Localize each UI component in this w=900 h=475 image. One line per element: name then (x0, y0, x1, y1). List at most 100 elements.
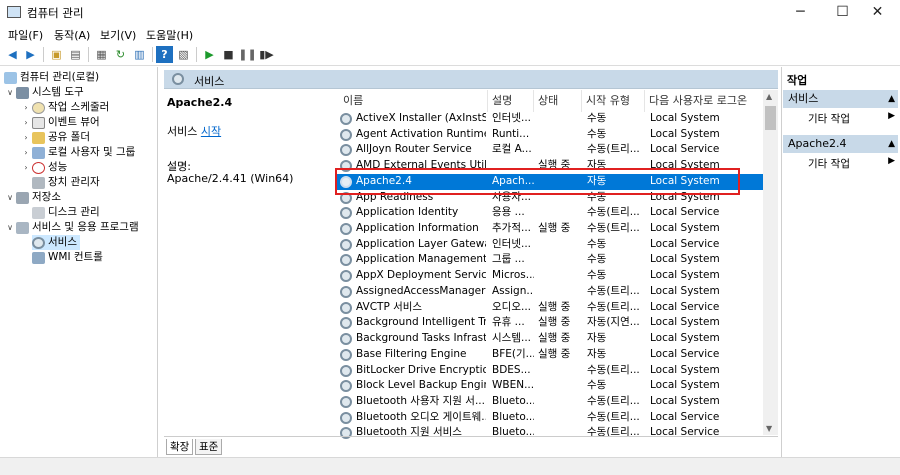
collapse-icon[interactable]: ▲ (888, 135, 895, 153)
chevron-down-icon[interactable]: ∨ (4, 85, 16, 100)
gear-icon (340, 238, 352, 251)
console-tree-icon[interactable]: ▤ (67, 46, 84, 63)
menu-action[interactable]: 동작(A) (54, 27, 90, 43)
gear-icon (172, 73, 184, 85)
scrollbar-thumb[interactable] (765, 106, 776, 130)
tree-item-wmi[interactable]: WMI 컨트롤 (0, 250, 157, 265)
more-actions-services[interactable]: 기타 작업 ▶ (808, 111, 898, 126)
properties-icon[interactable]: ▦ (93, 46, 110, 63)
tree-item-local-users[interactable]: › 로컬 사용자 및 그룹 (0, 145, 157, 160)
scroll-up-icon[interactable]: ▲ (766, 92, 772, 101)
stop-icon[interactable]: ■ (220, 46, 237, 63)
table-row[interactable]: Bluetooth 사용자 지원 서... Blueto... 수동(트리... Lo… (335, 394, 763, 410)
more-actions-label: 기타 작업 (808, 113, 850, 125)
column-header-description[interactable]: 설명 (488, 90, 534, 112)
tree-item-services[interactable]: 서비스 (0, 235, 157, 250)
restart-icon[interactable]: ▮▶ (258, 46, 275, 63)
vertical-scrollbar[interactable] (763, 90, 778, 435)
export-list-icon[interactable]: ▥ (131, 46, 148, 63)
pause-icon[interactable]: ❚❚ (238, 46, 256, 63)
table-row[interactable]: AVCTP 서비스 오디오... 실행 중 수동(트리... Local Service (335, 300, 763, 316)
play-icon[interactable]: ▶ (201, 46, 218, 63)
menu-help[interactable]: 도움말(H) (146, 27, 193, 43)
minimize-button[interactable]: ─ (778, 0, 823, 25)
gear-icon (340, 411, 352, 424)
service-status: 실행 중 (538, 300, 571, 313)
services-apps-icon (16, 221, 29, 234)
table-row[interactable]: Agent Activation Runtime_... Runti... 수동 Lo… (335, 127, 763, 143)
table-row[interactable]: Base Filtering Engine BFE(기... 실행 중 자동 Local… (335, 347, 763, 363)
table-row[interactable]: Application Management 그룹 ... 수동 Local Syst… (335, 252, 763, 268)
table-row[interactable]: Application Information 추가적... 실행 중 수동(트리..… (335, 221, 763, 237)
actions-title: 작업 (787, 74, 808, 87)
refresh-icon[interactable]: ↻ (112, 46, 129, 63)
chevron-right-icon[interactable]: › (20, 145, 32, 160)
table-row[interactable]: AssignedAccessManager 서... Assign... 수동(트리… (335, 284, 763, 300)
service-status (538, 284, 582, 300)
table-row[interactable]: Block Level Backup Engine ... WBEN... 수동 Lo… (335, 378, 763, 394)
status-bar (0, 457, 900, 475)
help-icon[interactable]: ? (156, 46, 173, 63)
chevron-right-icon[interactable]: › (20, 100, 32, 115)
service-startup-type: 자동 (587, 347, 607, 360)
more-actions-apache[interactable]: 기타 작업 ▶ (808, 156, 898, 171)
forward-icon[interactable]: ▶ (22, 46, 39, 63)
chevron-right-icon[interactable]: › (20, 160, 32, 175)
tab-extended[interactable]: 확장 (166, 439, 194, 455)
scroll-down-icon[interactable]: ▼ (766, 424, 772, 433)
service-name: Base Filtering Engine (356, 347, 467, 360)
tree-item-task-scheduler[interactable]: › 작업 스케줄러 (0, 100, 157, 115)
chevron-right-icon[interactable]: › (20, 130, 32, 145)
table-row[interactable]: Background Intelligent Tra... 유휴 ... 실행 중 자… (335, 315, 763, 331)
table-row[interactable]: Application Identity 응용 ... 수동(트리... Local … (335, 205, 763, 221)
close-button[interactable]: ✕ (855, 0, 900, 25)
service-name: Background Tasks Infrastru... (356, 332, 486, 345)
tree-item-shared-folders[interactable]: › 공유 폴더 (0, 130, 157, 145)
actions-group-services[interactable]: 서비스 ▲ (783, 90, 898, 108)
tree-item-system-tools[interactable]: ∨ 시스템 도구 (0, 85, 157, 100)
tree-item-event-viewer[interactable]: › 이벤트 뷰어 (0, 115, 157, 130)
service-description: 인터넷... (492, 237, 531, 250)
actions-group-apache[interactable]: Apache2.4 ▲ (783, 135, 898, 153)
service-status (538, 394, 582, 410)
up-folder-icon[interactable]: ▣ (48, 46, 65, 63)
menu-view[interactable]: 보기(V) (100, 27, 136, 43)
column-header-status[interactable]: 상태 (534, 90, 582, 112)
table-row[interactable]: Background Tasks Infrastru... 시스템... 실행 중 자… (335, 331, 763, 347)
gear-icon (340, 364, 352, 377)
chevron-down-icon[interactable]: ∨ (4, 220, 16, 235)
clock-icon (32, 101, 45, 114)
column-header-startup-type[interactable]: 시작 유형 (582, 90, 645, 112)
table-row[interactable]: AppX Deployment Service ... Micros... 수동 Lo… (335, 268, 763, 284)
menu-file[interactable]: 파일(F) (8, 27, 43, 43)
column-header-logon[interactable]: 다음 사용자로 로그온 (645, 90, 763, 112)
view-tabs (164, 436, 778, 456)
chevron-right-icon[interactable]: › (20, 115, 32, 130)
column-header-name[interactable]: 이름 (339, 90, 488, 112)
tree-item-disk-management[interactable]: 디스크 관리 (0, 205, 157, 220)
table-row[interactable]: Application Layer Gateway ... 인터넷... 수동 Loc… (335, 237, 763, 253)
services-header-title: 서비스 (194, 75, 225, 88)
table-row[interactable]: AllJoyn Router Service 로컬 A... 수동(트리... Loc… (335, 142, 763, 158)
collapse-icon[interactable]: ▲ (888, 90, 895, 108)
chevron-down-icon[interactable]: ∨ (4, 190, 16, 205)
service-description: BDES... (492, 363, 531, 376)
table-row[interactable]: Bluetooth 오디오 게이트웨... Blueto... 수동(트리... Lo… (335, 410, 763, 426)
table-row[interactable]: ActiveX Installer (AxInstSV) 인터넷... 수동 Loca… (335, 111, 763, 127)
table-row[interactable]: BitLocker Drive Encryption ... BDES... 수동(… (335, 363, 763, 379)
show-hide-icon[interactable]: ▧ (175, 46, 192, 63)
tree-item-services-apps[interactable]: ∨ 서비스 및 응용 프로그램 (0, 220, 157, 235)
device-manager-icon (32, 176, 45, 189)
tree-item-root[interactable]: 컴퓨터 관리(로컬) (0, 70, 157, 85)
tab-standard[interactable]: 표준 (195, 439, 223, 455)
back-icon[interactable]: ◀ (4, 46, 21, 63)
computer-management-icon (7, 6, 21, 18)
service-name: Agent Activation Runtime_... (356, 127, 486, 140)
tree-label: 시스템 도구 (32, 86, 84, 98)
tree-item-device-manager[interactable]: 장치 관리자 (0, 175, 157, 190)
start-service-link[interactable]: 시작 (201, 125, 221, 138)
service-startup-type: 수동(트리... (587, 363, 640, 376)
gear-icon (340, 285, 352, 298)
tree-item-storage[interactable]: ∨ 저장소 (0, 190, 157, 205)
tree-item-performance[interactable]: › 성능 (0, 160, 157, 175)
